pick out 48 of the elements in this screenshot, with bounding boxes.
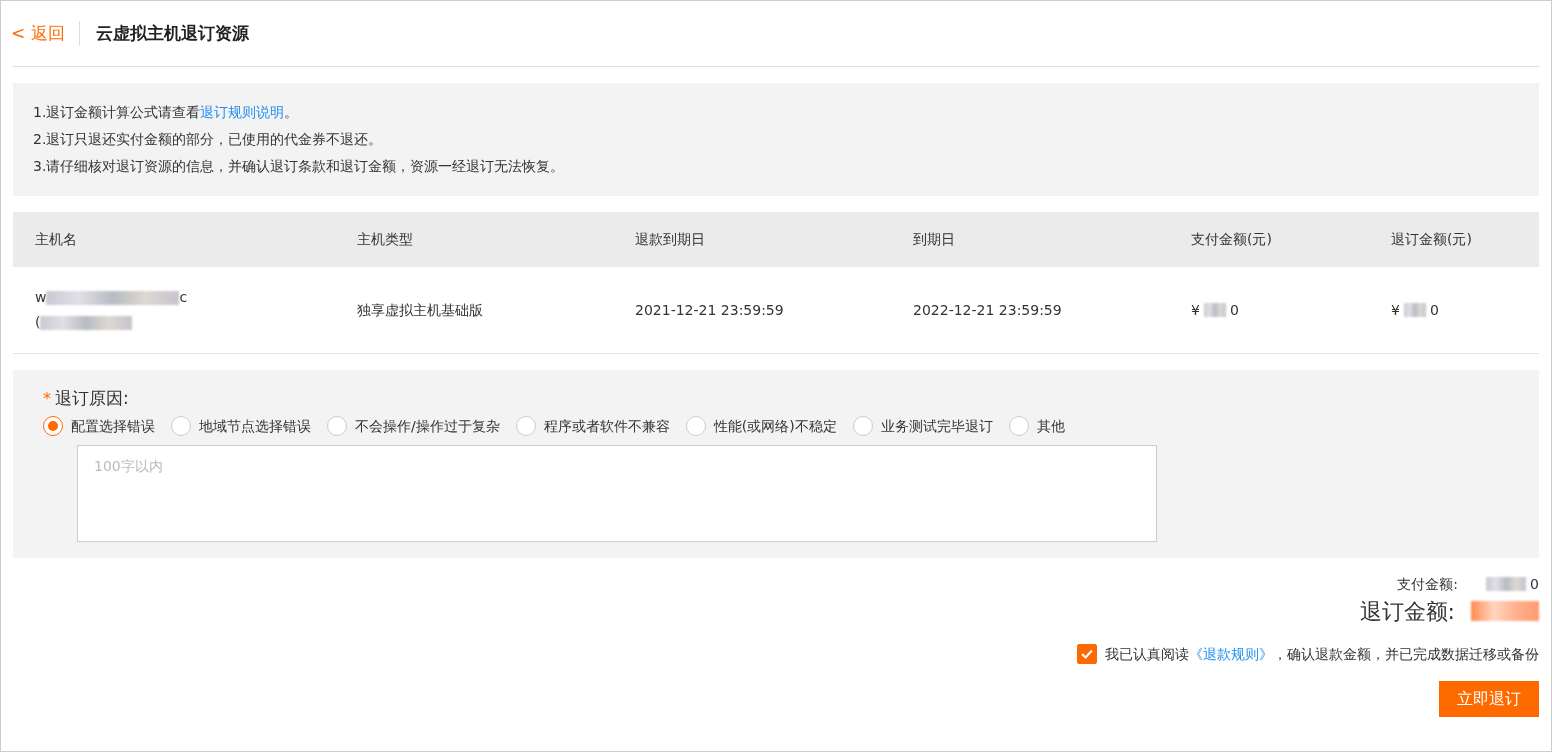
- refund-rules-link[interactable]: 《退款规则》: [1189, 645, 1273, 662]
- reason-option[interactable]: 其他: [1008, 415, 1065, 437]
- column-header: 主机类型: [335, 212, 613, 267]
- column-header: 主机名: [13, 212, 335, 267]
- radio-button[interactable]: [1008, 416, 1029, 436]
- column-header: 支付金额(元): [1169, 212, 1369, 267]
- column-header: 退款到期日: [613, 212, 891, 267]
- table-cell-text: 2021-12-21 23:59:59: [635, 300, 784, 320]
- check-icon: [1080, 647, 1094, 661]
- reason-option[interactable]: 配置选择错误: [43, 415, 155, 437]
- redacted-block: [1403, 303, 1426, 317]
- refund-label: 退订金额:: [1359, 597, 1455, 626]
- agree-checkbox[interactable]: [1077, 644, 1097, 664]
- column-header: 退订金额(元): [1369, 212, 1539, 267]
- agreement-text: 我已认真阅读《退款规则》，确认退款金额，并已完成数据迁移或备份: [1105, 644, 1539, 664]
- refund-suffix: 0: [1429, 300, 1439, 320]
- redacted-block: [1486, 577, 1527, 591]
- radio-button[interactable]: [685, 416, 706, 436]
- host-name-text: w: [35, 288, 47, 307]
- reason-option[interactable]: 地域节点选择错误: [171, 415, 311, 437]
- paid-label: 支付金额:: [1397, 574, 1459, 594]
- paid-prefix: ¥: [1191, 300, 1200, 320]
- host-name-text: c: [179, 288, 188, 307]
- reason-option[interactable]: 程序或者软件不兼容: [515, 415, 670, 437]
- reason-input-field[interactable]: 100字以内: [77, 444, 1157, 542]
- redacted-block: [1471, 601, 1539, 621]
- table-cell-text: 2022-12-21 23:59:59: [913, 300, 1062, 320]
- table-cell-text: 独享虚拟主机基础版: [357, 300, 483, 320]
- paid-amount-suffix: 0: [1530, 574, 1539, 594]
- reason-option[interactable]: 业务测试完毕退订: [852, 415, 993, 437]
- radio-button[interactable]: [171, 416, 191, 436]
- page-title: 云虚拟主机退订资源: [95, 21, 249, 45]
- notice-text: 1.退订金额计算公式请查看退订规则说明。: [33, 103, 300, 122]
- redacted-block: [1203, 303, 1226, 317]
- radio-button[interactable]: [515, 416, 536, 436]
- required-mark: *: [43, 387, 51, 410]
- column-header: 到期日: [891, 212, 1169, 267]
- radio-button[interactable]: [852, 416, 873, 436]
- notice-text: 2.退订只退还实付金额的部分，已使用的代金券不退还。: [33, 130, 384, 149]
- refund-prefix: ¥: [1391, 300, 1400, 320]
- paid-suffix: 0: [1229, 300, 1239, 320]
- reason-option[interactable]: 不会操作/操作过于复杂: [327, 415, 500, 437]
- reason-label: 退订原因:: [55, 387, 129, 410]
- reason-option[interactable]: 性能(或网络)不稳定: [685, 415, 837, 437]
- radio-button[interactable]: [43, 416, 63, 436]
- notice-text: 3.请仔细核对退订资源的信息，并确认退订条款和退订金额，资源一经退订无法恢复。: [33, 157, 566, 176]
- host-name-text: (: [35, 313, 41, 332]
- radio-button[interactable]: [327, 416, 347, 436]
